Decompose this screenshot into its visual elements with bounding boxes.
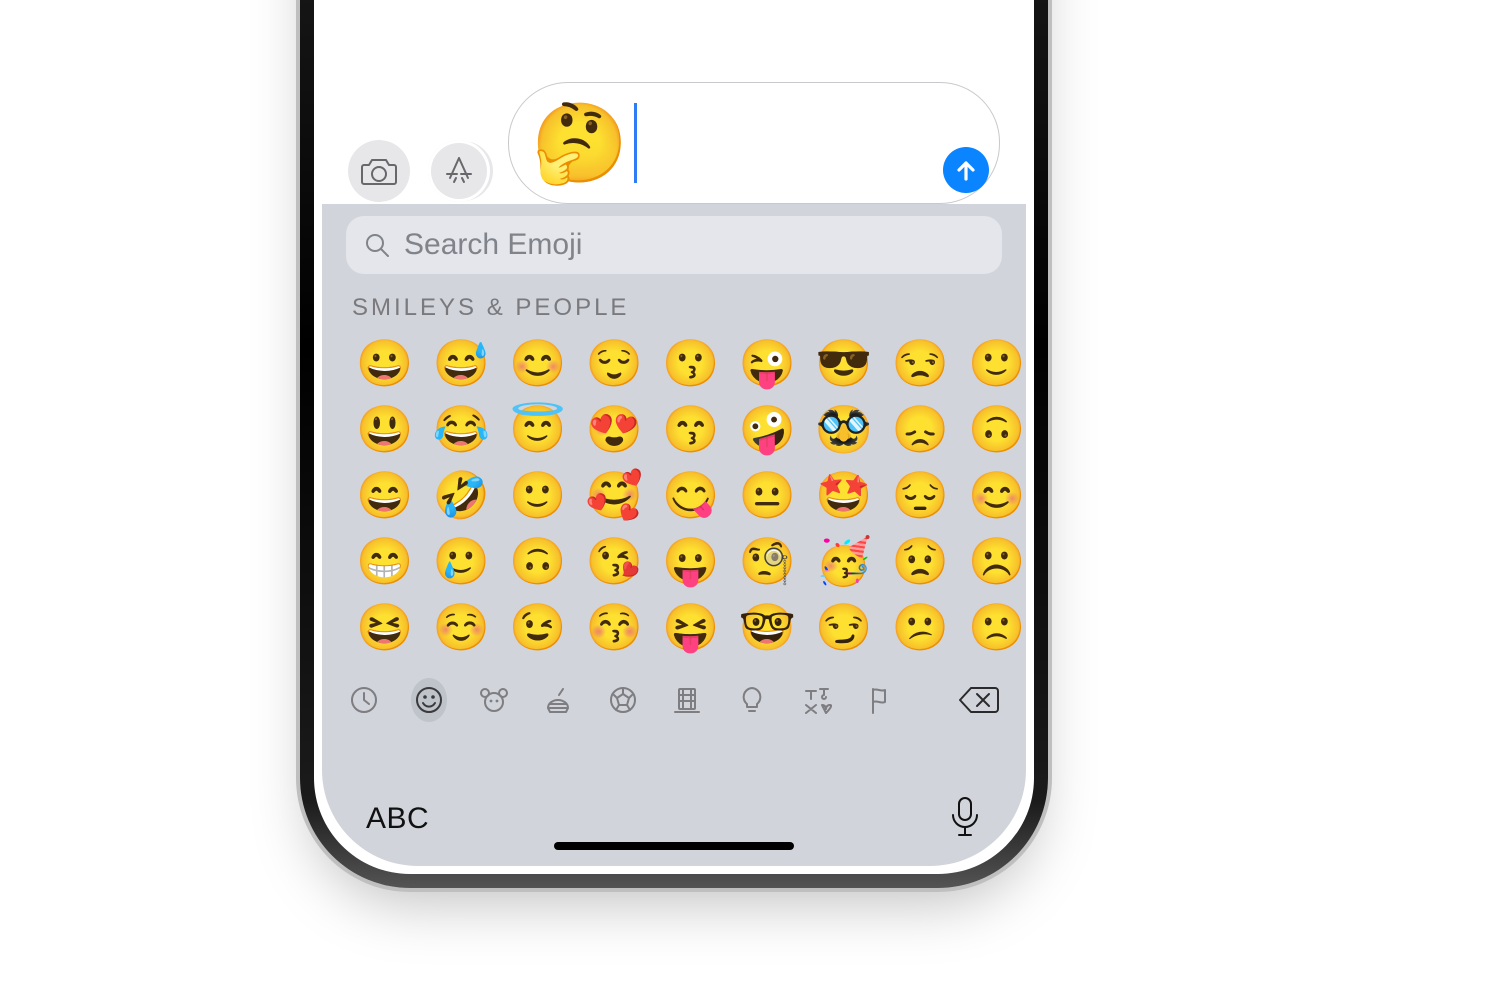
emoji-cell[interactable]: 😀	[352, 330, 418, 396]
emoji-cell[interactable]: 🥰	[582, 462, 648, 528]
emoji-cell[interactable]: 😌	[582, 330, 648, 396]
cat-food[interactable]	[540, 678, 577, 722]
cat-recents[interactable]	[346, 678, 383, 722]
app-store-button[interactable]	[428, 140, 490, 202]
emoji-cell[interactable]: 😏	[811, 594, 877, 660]
emoji-cell[interactable]: 😙	[658, 396, 724, 462]
phone-screen: 🤔 Search Emoji SMILEYS & PEOPLE	[322, 0, 1026, 866]
emoji-cell[interactable]: 😇	[505, 396, 571, 462]
emoji-category-bar	[346, 678, 1002, 722]
text-caret	[634, 103, 637, 183]
phone-frame: 🤔 Search Emoji SMILEYS & PEOPLE	[300, 0, 1048, 888]
emoji-cell[interactable]: 😎	[811, 330, 877, 396]
cat-symbols[interactable]	[798, 678, 835, 722]
recents-icon	[349, 685, 379, 715]
cat-objects[interactable]	[734, 678, 771, 722]
abc-key[interactable]: ABC	[366, 802, 429, 836]
app-store-icon	[442, 154, 476, 188]
emoji-cell[interactable]: 🙃	[964, 396, 1026, 462]
backspace-key[interactable]	[955, 679, 1002, 721]
emoji-cell[interactable]: 😛	[658, 528, 724, 594]
send-button[interactable]	[943, 147, 989, 193]
typed-emoji: 🤔	[531, 104, 628, 182]
keyboard-bottom-row: ABC	[322, 767, 1026, 866]
emoji-cell[interactable]: 🙃	[505, 528, 571, 594]
emoji-cell[interactable]: 🧐	[735, 528, 801, 594]
emoji-cell[interactable]: 😁	[352, 528, 418, 594]
emoji-keyboard: Search Emoji SMILEYS & PEOPLE 😀😅😊😌😗😜😎😒🙂😃…	[322, 204, 1026, 866]
emoji-cell[interactable]: 😉	[505, 594, 571, 660]
emoji-cell[interactable]: 🤣	[429, 462, 495, 528]
emoji-cell[interactable]: 😘	[582, 528, 648, 594]
emoji-cell[interactable]: 😅	[429, 330, 495, 396]
travel-icon	[672, 685, 702, 715]
emoji-section-label: SMILEYS & PEOPLE	[352, 294, 996, 322]
emoji-cell[interactable]: 😐	[735, 462, 801, 528]
flags-icon	[866, 685, 896, 715]
animals-icon	[479, 685, 509, 715]
emoji-cell[interactable]: 😆	[352, 594, 418, 660]
emoji-cell[interactable]: 🙂	[505, 462, 571, 528]
cat-travel[interactable]	[669, 678, 706, 722]
backspace-icon	[957, 684, 1001, 716]
food-icon	[543, 685, 573, 715]
emoji-search[interactable]: Search Emoji	[346, 216, 1002, 274]
emoji-cell[interactable]: 😊	[505, 330, 571, 396]
emoji-cell[interactable]: 🙂	[964, 330, 1026, 396]
emoji-cell[interactable]: 😋	[658, 462, 724, 528]
emoji-cell[interactable]: 😍	[582, 396, 648, 462]
compose-row: 🤔	[322, 52, 1026, 202]
emoji-cell[interactable]: 🤩	[811, 462, 877, 528]
emoji-cell[interactable]: 🤓	[735, 594, 801, 660]
emoji-cell[interactable]: 😕	[888, 594, 954, 660]
emoji-cell[interactable]: 😊	[964, 462, 1026, 528]
cat-flags[interactable]	[863, 678, 900, 722]
emoji-cell[interactable]: 🥳	[811, 528, 877, 594]
emoji-cell[interactable]: ☹️	[964, 528, 1026, 594]
cat-animals[interactable]	[475, 678, 512, 722]
emoji-cell[interactable]: 🤪	[735, 396, 801, 462]
emoji-cell[interactable]: 😂	[429, 396, 495, 462]
objects-icon	[737, 685, 767, 715]
home-indicator[interactable]	[554, 842, 794, 850]
emoji-cell[interactable]: 😚	[582, 594, 648, 660]
emoji-cell[interactable]: ☺️	[429, 594, 495, 660]
message-input[interactable]: 🤔	[508, 82, 1000, 204]
emoji-cell[interactable]: 😞	[888, 396, 954, 462]
arrow-up-icon	[954, 158, 978, 182]
emoji-cell[interactable]: 🙁	[964, 594, 1026, 660]
symbols-icon	[802, 685, 832, 715]
dictation-button[interactable]	[948, 795, 982, 842]
emoji-cell[interactable]: 😟	[888, 528, 954, 594]
microphone-icon	[948, 795, 982, 837]
emoji-cell[interactable]: 😃	[352, 396, 418, 462]
search-placeholder: Search Emoji	[404, 228, 582, 262]
search-icon	[364, 232, 390, 258]
camera-icon	[360, 156, 398, 186]
camera-button[interactable]	[348, 140, 410, 202]
emoji-cell[interactable]: 😝	[658, 594, 724, 660]
emoji-grid-viewport[interactable]: 😀😅😊😌😗😜😎😒🙂😃😂😇😍😙🤪🥸😞🙃😄🤣🙂🥰😋😐🤩😔😊😁🥲🙃😘😛🧐🥳😟☹️😆☺️…	[352, 330, 1026, 660]
emoji-cell[interactable]: 🥸	[811, 396, 877, 462]
emoji-cell[interactable]: 😗	[658, 330, 724, 396]
smileys-icon	[414, 685, 444, 715]
activity-icon	[608, 685, 638, 715]
cat-smileys[interactable]	[411, 678, 448, 722]
emoji-cell[interactable]: 🥲	[429, 528, 495, 594]
emoji-cell[interactable]: 😄	[352, 462, 418, 528]
emoji-cell[interactable]: 😔	[888, 462, 954, 528]
emoji-cell[interactable]: 😜	[735, 330, 801, 396]
emoji-cell[interactable]: 😒	[888, 330, 954, 396]
cat-activity[interactable]	[604, 678, 641, 722]
